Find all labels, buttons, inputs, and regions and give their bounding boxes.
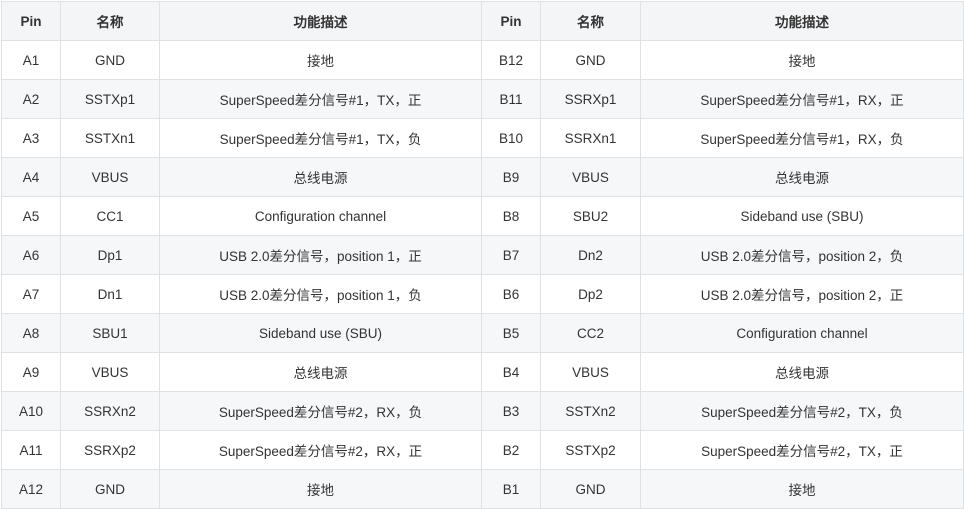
- description-b-cell: Sideband use (SBU): [640, 196, 964, 236]
- name-b-cell: GND: [540, 40, 641, 80]
- description-a-cell: SuperSpeed差分信号#1，TX，负: [159, 118, 482, 158]
- header-pin-a: Pin: [1, 1, 61, 41]
- pin-a-cell: A1: [1, 40, 61, 80]
- description-b-cell: SuperSpeed差分信号#2，TX，负: [640, 391, 964, 431]
- table-row: A12 GND 接地 B1 GND 接地: [1, 469, 964, 509]
- description-a-cell: 接地: [159, 469, 482, 509]
- description-a-cell: SuperSpeed差分信号#1，TX，正: [159, 79, 482, 119]
- pin-definition-table: Pin 名称 功能描述 Pin 名称 功能描述 A1 GND 接地 B12 GND 接地 A…: [1, 1, 964, 509]
- pin-a-cell: A4: [1, 157, 61, 197]
- description-a-cell: 总线电源: [159, 352, 482, 392]
- pin-a-cell: A2: [1, 79, 61, 119]
- pin-b-cell: B3: [481, 391, 541, 431]
- name-a-cell: CC1: [60, 196, 160, 236]
- table-row: A1 GND 接地 B12 GND 接地: [1, 40, 964, 80]
- table-header-row: Pin 名称 功能描述 Pin 名称 功能描述: [1, 1, 964, 41]
- pin-a-cell: A8: [1, 313, 61, 353]
- pin-b-cell: B7: [481, 235, 541, 275]
- pin-b-cell: B5: [481, 313, 541, 353]
- table-row: A3 SSTXn1 SuperSpeed差分信号#1，TX，负 B10 SSRXn1 Su…: [1, 118, 964, 158]
- pin-a-cell: A12: [1, 469, 61, 509]
- header-name-b: 名称: [540, 1, 641, 41]
- description-a-cell: USB 2.0差分信号，position 1，正: [159, 235, 482, 275]
- pin-b-cell: B12: [481, 40, 541, 80]
- description-a-cell: USB 2.0差分信号，position 1，负: [159, 274, 482, 314]
- name-b-cell: SSTXp2: [540, 430, 641, 470]
- name-b-cell: GND: [540, 469, 641, 509]
- pin-b-cell: B10: [481, 118, 541, 158]
- table-row: A4 VBUS 总线电源 B9 VBUS 总线电源: [1, 157, 964, 197]
- description-b-cell: Configuration channel: [640, 313, 964, 353]
- pin-b-cell: B8: [481, 196, 541, 236]
- name-b-cell: SSRXn1: [540, 118, 641, 158]
- pin-b-cell: B11: [481, 79, 541, 119]
- name-a-cell: Dp1: [60, 235, 160, 275]
- pin-a-cell: A9: [1, 352, 61, 392]
- pin-a-cell: A6: [1, 235, 61, 275]
- table-row: A11 SSRXp2 SuperSpeed差分信号#2，RX，正 B2 SSTXp2 Su…: [1, 430, 964, 470]
- pin-b-cell: B4: [481, 352, 541, 392]
- name-b-cell: Dp2: [540, 274, 641, 314]
- pin-a-cell: A11: [1, 430, 61, 470]
- pin-a-cell: A3: [1, 118, 61, 158]
- table-row: A7 Dn1 USB 2.0差分信号，position 1，负 B6 Dp2 USB 2.…: [1, 274, 964, 314]
- header-pin-b: Pin: [481, 1, 541, 41]
- header-description-a: 功能描述: [159, 1, 482, 41]
- pin-b-cell: B1: [481, 469, 541, 509]
- description-a-cell: Sideband use (SBU): [159, 313, 482, 353]
- description-a-cell: 接地: [159, 40, 482, 80]
- pin-b-cell: B2: [481, 430, 541, 470]
- header-name-a: 名称: [60, 1, 160, 41]
- name-a-cell: Dn1: [60, 274, 160, 314]
- name-b-cell: Dn2: [540, 235, 641, 275]
- description-a-cell: SuperSpeed差分信号#2，RX，正: [159, 430, 482, 470]
- name-b-cell: CC2: [540, 313, 641, 353]
- name-b-cell: SBU2: [540, 196, 641, 236]
- name-a-cell: SSRXn2: [60, 391, 160, 431]
- name-b-cell: SSTXn2: [540, 391, 641, 431]
- pin-a-cell: A7: [1, 274, 61, 314]
- description-b-cell: SuperSpeed差分信号#2，TX，正: [640, 430, 964, 470]
- description-b-cell: 接地: [640, 40, 964, 80]
- description-b-cell: SuperSpeed差分信号#1，RX，正: [640, 79, 964, 119]
- table-row: A6 Dp1 USB 2.0差分信号，position 1，正 B7 Dn2 USB 2.…: [1, 235, 964, 275]
- name-a-cell: SBU1: [60, 313, 160, 353]
- description-b-cell: USB 2.0差分信号，position 2，正: [640, 274, 964, 314]
- pin-b-cell: B9: [481, 157, 541, 197]
- table-row: A10 SSRXn2 SuperSpeed差分信号#2，RX，负 B3 SSTXn2 Su…: [1, 391, 964, 431]
- name-a-cell: GND: [60, 40, 160, 80]
- name-b-cell: VBUS: [540, 352, 641, 392]
- table-row: A8 SBU1 Sideband use (SBU) B5 CC2 Configurati…: [1, 313, 964, 353]
- table-body: A1 GND 接地 B12 GND 接地 A2 SSTXp1 SuperSpeed差分信号#1，…: [1, 40, 964, 509]
- description-b-cell: 总线电源: [640, 352, 964, 392]
- description-a-cell: Configuration channel: [159, 196, 482, 236]
- name-a-cell: VBUS: [60, 352, 160, 392]
- name-b-cell: SSRXp1: [540, 79, 641, 119]
- pin-a-cell: A10: [1, 391, 61, 431]
- table-row: A9 VBUS 总线电源 B4 VBUS 总线电源: [1, 352, 964, 392]
- header-description-b: 功能描述: [640, 1, 964, 41]
- pin-b-cell: B6: [481, 274, 541, 314]
- name-b-cell: VBUS: [540, 157, 641, 197]
- table-row: A2 SSTXp1 SuperSpeed差分信号#1，TX，正 B11 SSRXp1 Su…: [1, 79, 964, 119]
- description-a-cell: SuperSpeed差分信号#2，RX，负: [159, 391, 482, 431]
- name-a-cell: VBUS: [60, 157, 160, 197]
- name-a-cell: SSTXp1: [60, 79, 160, 119]
- pin-a-cell: A5: [1, 196, 61, 236]
- table-row: A5 CC1 Configuration channel B8 SBU2 Sideband…: [1, 196, 964, 236]
- description-b-cell: USB 2.0差分信号，position 2，负: [640, 235, 964, 275]
- name-a-cell: GND: [60, 469, 160, 509]
- description-b-cell: 总线电源: [640, 157, 964, 197]
- name-a-cell: SSTXn1: [60, 118, 160, 158]
- name-a-cell: SSRXp2: [60, 430, 160, 470]
- description-b-cell: 接地: [640, 469, 964, 509]
- description-a-cell: 总线电源: [159, 157, 482, 197]
- description-b-cell: SuperSpeed差分信号#1，RX，负: [640, 118, 964, 158]
